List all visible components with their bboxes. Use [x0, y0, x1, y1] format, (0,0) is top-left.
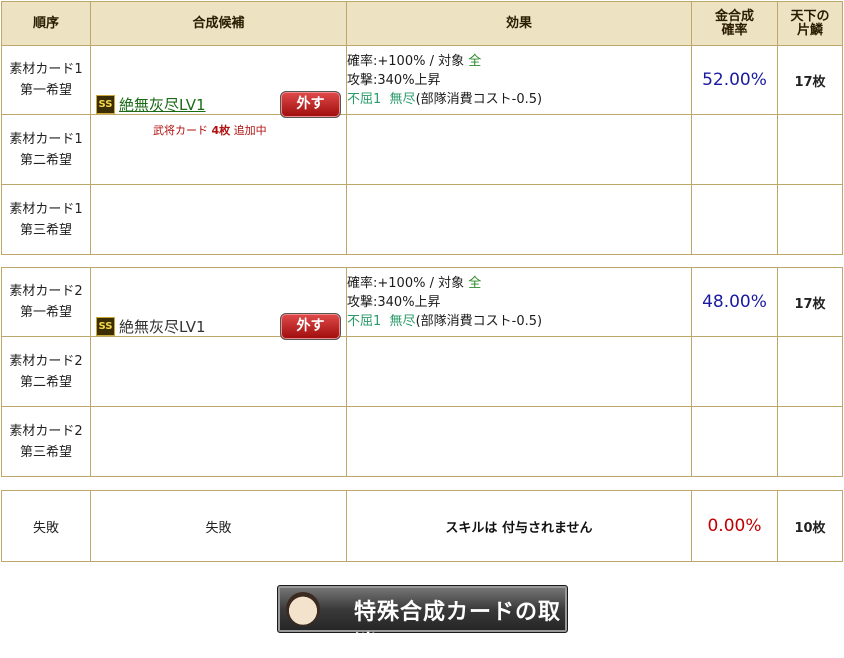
effect-attack: 攻撃:340%上昇: [347, 294, 441, 310]
scale-empty: [777, 184, 843, 255]
effect-rate: 確率:+100% / 対象: [347, 53, 465, 69]
effect-target: 全: [468, 275, 482, 291]
row-label: 素材カード2 第一希望: [1, 267, 91, 337]
effect-cell: 確率:+100% / 対象 全 攻撃:340%上昇 不屈1 無尽(部隊消費コスト…: [346, 45, 692, 115]
table-header-row: 順序 合成候補 効果 金合成 確率 天下の 片鱗: [1, 1, 843, 46]
row-label-line1: 素材カード1: [9, 131, 83, 147]
header-rate-line1: 金合成: [714, 8, 754, 24]
effect-cell-empty: [346, 184, 692, 255]
effect-cell-empty: [346, 114, 692, 185]
table-row: 素材カード1 第一希望 SS 絶無灰尽LV1 外す 武将カード 4枚 追加中 確率…: [1, 45, 843, 137]
failure-count: 10枚: [777, 490, 843, 562]
ss-rarity-icon: SS: [96, 95, 115, 114]
row-label-line2: 第二希望: [19, 152, 72, 168]
probability-value: 48.00%: [691, 267, 778, 337]
failure-candidate: 失敗: [90, 490, 347, 562]
scale-count: 17枚: [777, 267, 843, 337]
header-order: 順序: [1, 1, 91, 46]
header-candidate: 合成候補: [90, 1, 347, 46]
row-label-line1: 素材カード1: [9, 62, 83, 77]
header-scale: 天下の 片鱗: [777, 1, 843, 46]
row-label-line1: 素材カード2: [9, 353, 83, 369]
row-label-line2: 第一希望: [19, 83, 72, 98]
table-row: 素材カード1 第三希望: [1, 184, 843, 255]
scale-empty: [777, 406, 843, 477]
failure-effect: スキルは 付与されません: [346, 490, 692, 562]
effect-immortal: 不屈1: [347, 91, 382, 107]
probability-empty: [691, 114, 778, 185]
probability-empty: [691, 184, 778, 255]
row-label: 素材カード1 第三希望: [1, 184, 91, 255]
fusion-table-failure: 失敗 失敗 スキルは 付与されません 0.00% 10枚: [1, 490, 843, 562]
candidate-cell-empty[interactable]: [90, 406, 347, 477]
effect-cost: (部隊消費コスト-0.5): [415, 313, 543, 329]
effect-cost: (部隊消費コスト-0.5): [415, 91, 543, 107]
row-label-line1: 素材カード2: [9, 284, 83, 299]
character-portrait-icon: [286, 592, 320, 626]
row-label-line1: 素材カード1: [9, 201, 83, 217]
ss-rarity-icon: SS: [96, 317, 115, 336]
note-prefix: 武将カード: [153, 124, 212, 137]
effect-cell: 確率:+100% / 対象 全 攻撃:340%上昇 不屈1 無尽(部隊消費コスト…: [346, 267, 692, 337]
effect-attack: 攻撃:340%上昇: [347, 72, 441, 88]
row-label: 素材カード2 第二希望: [1, 336, 91, 407]
probability-value: 52.00%: [691, 45, 778, 115]
fusion-table-group-2: 素材カード2 第一希望 SS 絶無灰尽LV1 外す 確率:+100% / 対象 全…: [1, 267, 843, 477]
table-row: 素材カード2 第一希望 SS 絶無灰尽LV1 外す 確率:+100% / 対象 全…: [1, 267, 843, 340]
table-row: 素材カード2 第二希望: [1, 336, 843, 407]
effect-target: 全: [468, 53, 482, 69]
note-suffix: 追加中: [230, 124, 267, 137]
candidate-cell-empty[interactable]: [90, 336, 347, 407]
effect-infinite: 無尽: [389, 313, 416, 329]
failure-probability: 0.00%: [691, 490, 778, 562]
row-label: 素材カード1 第二希望: [1, 114, 91, 185]
added-card-note: 武将カード 4枚 追加中: [153, 122, 267, 138]
remove-button[interactable]: 外す: [280, 91, 341, 118]
skill-name: 絶無灰尽LV1: [119, 318, 206, 336]
candidate-cell: SS 絶無灰尽LV1 外す: [90, 267, 347, 340]
header-scale-line2: 片鱗: [796, 22, 823, 38]
skill-link[interactable]: 絶無灰尽LV1: [119, 94, 206, 115]
scale-empty: [777, 336, 843, 407]
cancel-special-fusion-button[interactable]: 特殊合成カードの取消: [277, 585, 568, 657]
header-rate-line2: 確率: [721, 22, 748, 38]
row-label-line2: 第三希望: [19, 222, 72, 238]
row-label-line1: 素材カード2: [9, 423, 83, 439]
row-label: 素材カード1 第一希望: [1, 45, 91, 115]
table-row: 素材カード1 第二希望: [1, 114, 843, 185]
effect-infinite: 無尽: [389, 91, 416, 107]
effect-cell-empty: [346, 406, 692, 477]
candidate-cell: SS 絶無灰尽LV1 外す 武将カード 4枚 追加中: [90, 45, 347, 137]
scale-empty: [777, 114, 843, 185]
failure-row: 失敗 失敗 スキルは 付与されません 0.00% 10枚: [1, 490, 843, 562]
header-effect: 効果: [346, 1, 692, 46]
row-label: 素材カード2 第三希望: [1, 406, 91, 477]
probability-empty: [691, 336, 778, 407]
fusion-table-group-1: 順序 合成候補 効果 金合成 確率 天下の 片鱗 素材カード1 第一希望 SS 絶無灰…: [1, 1, 843, 255]
table-row: 素材カード2 第三希望: [1, 406, 843, 477]
probability-empty: [691, 406, 778, 477]
effect-rate: 確率:+100% / 対象: [347, 275, 465, 291]
cancel-button-label: 特殊合成カードの取消: [354, 600, 562, 657]
note-count: 4枚: [211, 124, 231, 137]
candidate-cell-empty[interactable]: [90, 184, 347, 255]
effect-cell-empty: [346, 336, 692, 407]
row-label-line2: 第二希望: [19, 374, 72, 390]
row-label-line2: 第三希望: [19, 444, 72, 460]
failure-label: 失敗: [1, 490, 91, 562]
scale-count: 17枚: [777, 45, 843, 115]
remove-button[interactable]: 外す: [280, 313, 341, 340]
header-scale-line1: 天下の: [790, 8, 830, 24]
header-rate: 金合成 確率: [691, 1, 778, 46]
row-label-line2: 第一希望: [19, 305, 72, 320]
effect-immortal: 不屈1: [347, 313, 382, 329]
